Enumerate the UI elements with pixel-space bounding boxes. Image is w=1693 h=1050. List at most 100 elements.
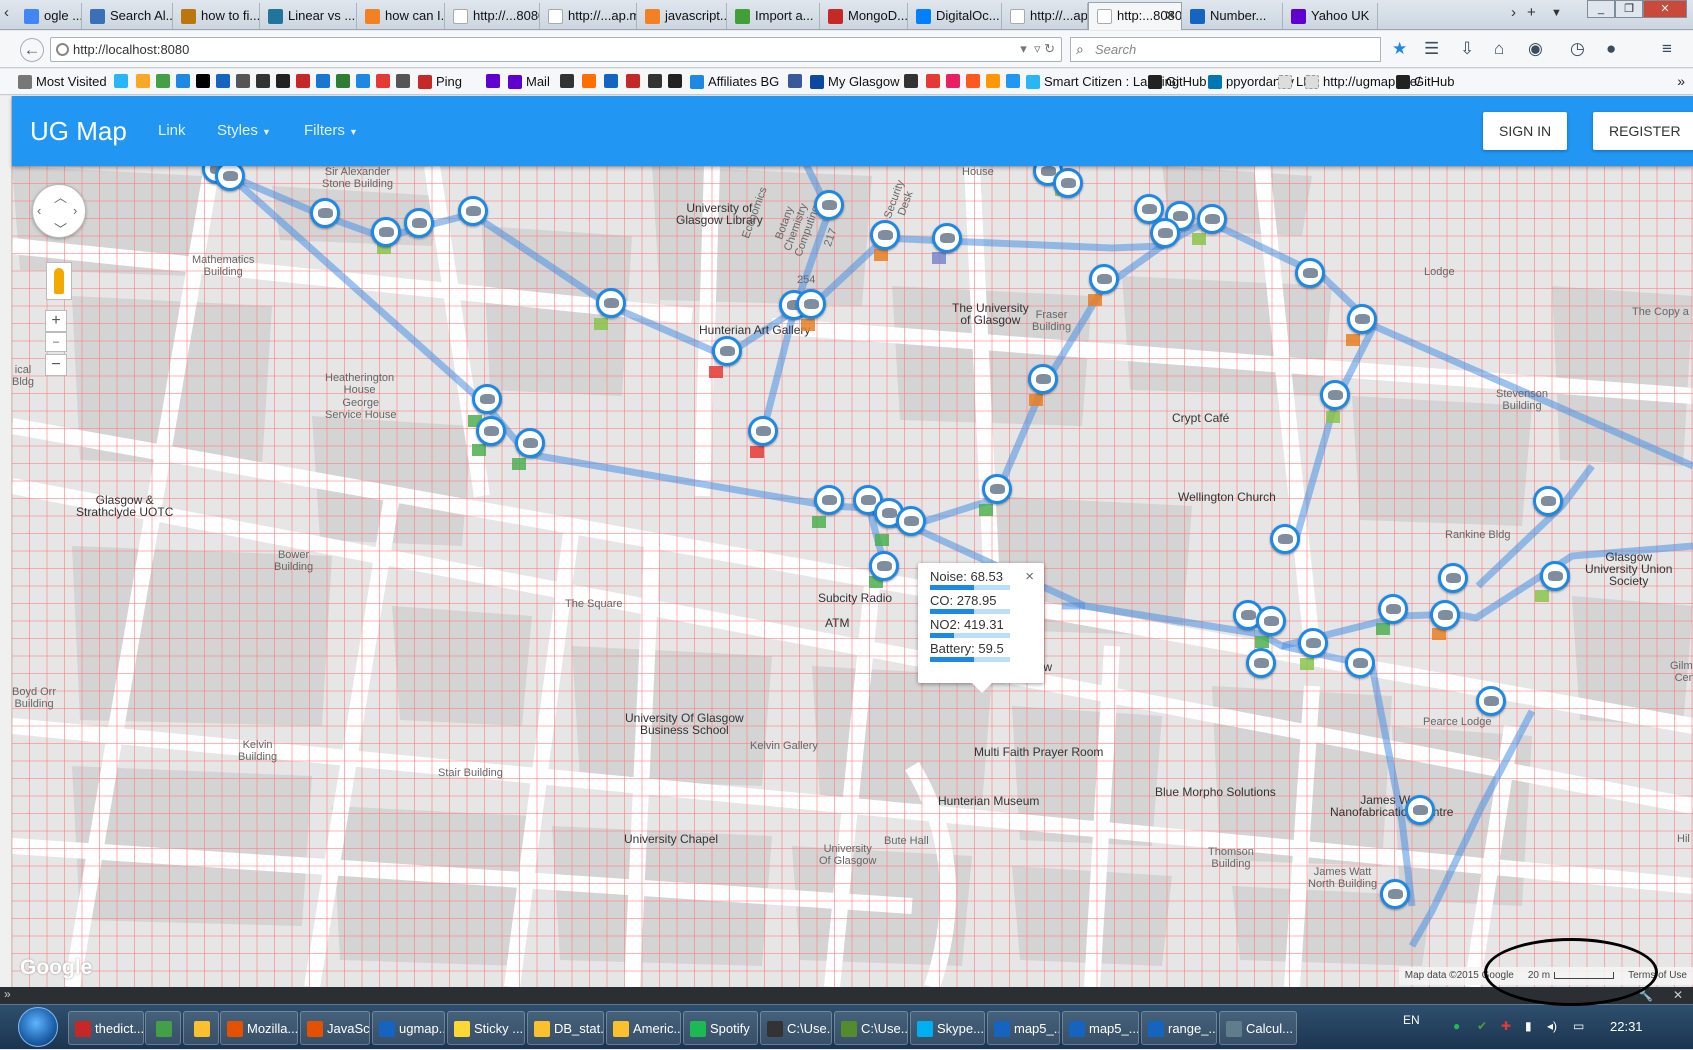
browser-tab[interactable]: Number...	[1182, 3, 1283, 29]
bookmark-item[interactable]	[486, 74, 500, 88]
bookmark-item[interactable]	[376, 74, 390, 88]
sensor-marker-icon[interactable]	[1476, 686, 1506, 716]
sensor-marker-icon[interactable]	[1378, 594, 1408, 624]
bookmark-item[interactable]	[196, 74, 210, 88]
spotify-tray-icon[interactable]: ●	[1453, 1019, 1460, 1033]
bookmark-item[interactable]	[136, 74, 150, 88]
browser-tab[interactable]: how to fi...	[173, 3, 260, 29]
antivirus-tray-icon[interactable]: ✚	[1501, 1019, 1511, 1033]
list-all-tabs-icon[interactable]: ▼	[1551, 7, 1562, 19]
start-button[interactable]	[18, 1007, 58, 1047]
taskbar-button[interactable]: ugmap...	[372, 1011, 445, 1045]
sensor-marker-icon[interactable]	[1533, 486, 1563, 516]
network-tray-icon[interactable]: ▮	[1525, 1019, 1532, 1033]
bookmark-item[interactable]	[156, 74, 170, 88]
sensor-marker-icon[interactable]	[748, 416, 778, 446]
url-bar[interactable]: http://localhost:8080 ▾ ▿ ↻	[50, 37, 1062, 62]
bookmark-item[interactable]: My Glasgow	[810, 74, 900, 89]
sensor-marker-icon[interactable]	[1295, 258, 1325, 288]
taskbar-button[interactable]: Sticky ...	[447, 1011, 525, 1045]
bookmark-item[interactable]	[336, 74, 350, 88]
bookmark-item[interactable]	[216, 74, 230, 88]
pan-control[interactable]: ︿ ﹀ ‹ ›	[32, 184, 86, 238]
bookmark-item[interactable]	[788, 74, 802, 88]
pan-up-icon[interactable]: ︿	[54, 187, 67, 206]
close-tab-icon[interactable]: ✕	[1164, 7, 1176, 24]
taskbar-button[interactable]: Spotify	[683, 1011, 758, 1045]
bookmark-star-icon[interactable]: ★	[1392, 39, 1407, 59]
zoom-slider[interactable]: –	[45, 332, 67, 352]
expand-icon[interactable]: »	[4, 987, 11, 1001]
sign-in-button[interactable]: SIGN IN	[1483, 112, 1568, 150]
scroll-tabs-left-icon[interactable]: ‹	[4, 4, 9, 21]
scroll-tabs-right-icon[interactable]: ›	[1511, 4, 1516, 21]
bookmark-item[interactable]	[236, 74, 250, 88]
taskbar-button[interactable]: map5_...	[1062, 1011, 1139, 1045]
taskbar-button[interactable]	[145, 1011, 181, 1045]
sensor-marker-icon[interactable]	[1197, 204, 1227, 234]
bookmark-item[interactable]	[946, 74, 960, 88]
taskbar-button[interactable]: C:\Use...	[760, 1011, 832, 1045]
bookmark-item[interactable]	[668, 74, 682, 88]
bookmark-item[interactable]: GitHub	[1396, 74, 1454, 89]
taskbar-button[interactable]: DB_stat...	[527, 1011, 604, 1045]
extension-icon[interactable]: ◉	[1528, 39, 1543, 59]
clock[interactable]: 22:31	[1610, 1019, 1643, 1034]
taskbar-button[interactable]: Calcul...	[1219, 1011, 1297, 1045]
sensor-marker-icon[interactable]	[712, 336, 742, 366]
sensor-marker-icon[interactable]	[982, 474, 1012, 504]
minimize-icon[interactable]: _	[1587, 0, 1615, 18]
home-icon[interactable]: ⌂	[1494, 39, 1504, 59]
bookmark-item[interactable]	[966, 74, 980, 88]
pocket-icon[interactable]: ●	[1606, 39, 1616, 59]
sensor-marker-icon[interactable]	[1405, 795, 1435, 825]
sensor-marker-icon[interactable]	[796, 289, 826, 319]
bookmark-item[interactable]	[1006, 74, 1020, 88]
browser-tab[interactable]: DigitalOc...	[908, 3, 1002, 29]
browser-tab[interactable]: ogle ...	[16, 3, 82, 29]
browser-tab[interactable]: Yahoo UK	[1283, 3, 1378, 29]
sensor-marker-icon[interactable]	[1089, 264, 1119, 294]
sensor-marker-icon[interactable]	[476, 416, 506, 446]
bookmark-item[interactable]	[356, 74, 370, 88]
taskbar-button[interactable]: JavaScr...	[300, 1011, 370, 1045]
history-icon[interactable]: ◷	[1570, 39, 1585, 59]
sensor-marker-icon[interactable]	[869, 551, 899, 581]
browser-tab[interactable]: http:...8080/✕	[1088, 2, 1182, 30]
bookmark-item[interactable]	[582, 74, 596, 88]
bookmark-item[interactable]	[926, 74, 940, 88]
app-brand[interactable]: UG Map	[30, 116, 127, 147]
sensor-marker-icon[interactable]	[1347, 304, 1377, 334]
sensor-marker-icon[interactable]	[1256, 606, 1286, 636]
pan-left-icon[interactable]: ‹	[37, 203, 41, 218]
sensor-marker-icon[interactable]	[1345, 648, 1375, 678]
pan-right-icon[interactable]: ›	[73, 203, 77, 218]
bookmark-item[interactable]: GitHub	[1148, 74, 1206, 89]
zoom-in-button[interactable]: +	[45, 310, 67, 332]
bookmark-item[interactable]	[626, 74, 640, 88]
sensor-marker-icon[interactable]	[472, 384, 502, 414]
sensor-marker-icon[interactable]	[596, 288, 626, 318]
browser-tab[interactable]: Linear vs ...	[260, 3, 357, 29]
more-bookmarks-icon[interactable]: »	[1677, 73, 1685, 89]
bookmark-item[interactable]	[648, 74, 662, 88]
volume-tray-icon[interactable]: ◂)	[1547, 1019, 1557, 1033]
restore-icon[interactable]: ❐	[1615, 0, 1643, 18]
taskbar-button[interactable]: map5_...	[987, 1011, 1060, 1045]
google-logo[interactable]: Google	[20, 956, 92, 980]
taskbar-button[interactable]	[183, 1011, 219, 1045]
sensor-marker-icon[interactable]	[1380, 879, 1410, 909]
sensor-marker-icon[interactable]	[310, 198, 340, 228]
map-canvas[interactable]: Sir Alexander Stone Building University o…	[12, 166, 1693, 987]
bookmark-item[interactable]: Mail	[508, 74, 550, 89]
sensor-marker-icon[interactable]	[371, 217, 401, 247]
sensor-marker-icon[interactable]	[1438, 563, 1468, 593]
browser-tab[interactable]: http://...8080/#	[445, 3, 540, 29]
sensor-marker-icon[interactable]	[870, 220, 900, 250]
taskbar-button[interactable]: Americ...	[606, 1011, 681, 1045]
sensor-marker-icon[interactable]	[814, 485, 844, 515]
taskbar-button[interactable]: thedict...	[68, 1011, 144, 1045]
taskbar-button[interactable]: C:\Use...	[834, 1011, 908, 1045]
language-indicator[interactable]: EN	[1403, 1013, 1420, 1027]
taskbar-button[interactable]: Mozilla...	[220, 1011, 298, 1045]
